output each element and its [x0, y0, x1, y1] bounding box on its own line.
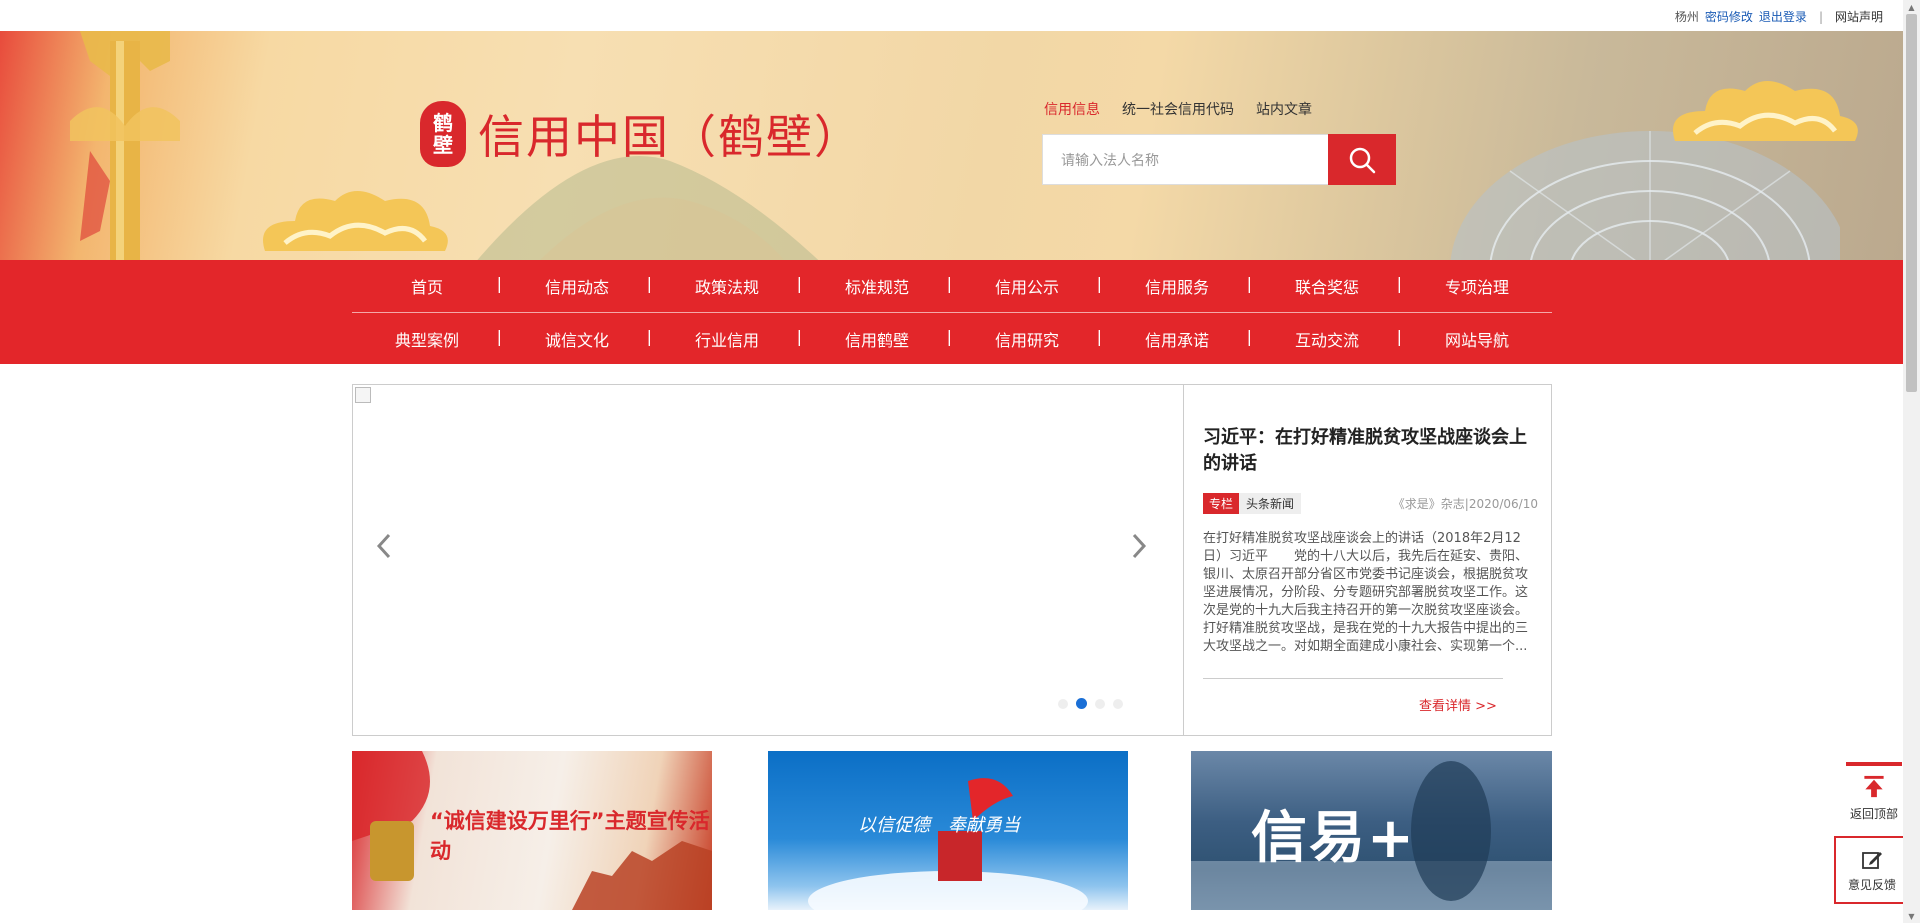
banner-3-text: 信易+ — [1251, 806, 1416, 871]
broken-image-icon — [355, 387, 371, 403]
top-links: 杨州 密码修改 退出登录 | 网站声明 — [1675, 8, 1883, 25]
view-details-link[interactable]: 查看详情 >> — [1419, 695, 1538, 714]
header-banner: 鹤 壁 信用中国（鹤壁） 信用信息 统一社会信用代码 站内文章 — [0, 31, 1903, 260]
slider-dots — [1058, 698, 1123, 709]
nav-row-1: 首页 信用动态 政策法规 标准规范 信用公示 信用服务 联合奖惩 专项治理 — [352, 260, 1552, 312]
nav-item-interaction[interactable]: 互动交流 — [1252, 327, 1402, 351]
news-divider — [1203, 678, 1503, 679]
slider-dot[interactable] — [1113, 698, 1123, 709]
chevron-left-icon — [376, 533, 391, 559]
image-slider — [353, 385, 1184, 735]
scrollbar-thumb[interactable] — [1906, 14, 1917, 392]
nav-item-rewards-punishment[interactable]: 联合奖惩 — [1252, 274, 1402, 298]
scroll-up-arrow-icon[interactable]: ▲ — [1903, 0, 1920, 14]
search-icon — [1349, 147, 1376, 173]
arrow-up-icon — [1864, 775, 1884, 798]
news-title[interactable]: 习近平：在打好精准脱贫攻坚战座谈会上的讲话 — [1203, 425, 1538, 477]
nav-item-credit-hebi[interactable]: 信用鹤壁 — [802, 327, 952, 351]
search-box — [1042, 134, 1396, 185]
search-input[interactable] — [1042, 134, 1328, 185]
nav-row-2: 典型案例 诚信文化 行业信用 信用鹤壁 信用研究 信用承诺 互动交流 网站导航 — [352, 312, 1552, 364]
nav-item-integrity-culture[interactable]: 诚信文化 — [502, 327, 652, 351]
banner-integrity-campaign[interactable]: “诚信建设万里行”主题宣传活动 — [352, 751, 712, 910]
city-label: 杨州 — [1674, 10, 1699, 24]
site-logo[interactable]: 鹤 壁 信用中国（鹤壁） — [420, 101, 862, 167]
scroll-down-arrow-icon[interactable]: ▼ — [1903, 909, 1920, 923]
nav-item-home[interactable]: 首页 — [352, 274, 502, 298]
seal-char-2: 壁 — [433, 133, 453, 157]
banner-1-text: “诚信建设万里行”主题宣传活动 — [430, 809, 710, 863]
cloud-decor-left — [263, 191, 448, 251]
news-summary: 在打好精准脱贫攻坚战座谈会上的讲话（2018年2月12日）习近平 党的十八大以后… — [1203, 531, 1533, 654]
news-meta: 专栏 头条新闻 《求是》杂志|2020/06/10 — [1203, 493, 1538, 514]
nav-item-special-governance[interactable]: 专项治理 — [1402, 274, 1552, 298]
edit-icon — [1862, 852, 1882, 869]
back-to-top-button[interactable]: 返回顶部 — [1846, 762, 1902, 822]
change-password-link[interactable]: 密码修改 — [1705, 8, 1753, 25]
banner-credit-virtue[interactable]: 以信促德 奉献勇当 — [768, 751, 1128, 910]
search-tabs: 信用信息 统一社会信用代码 站内文章 — [1044, 99, 1312, 119]
nav-item-credit-research[interactable]: 信用研究 — [952, 327, 1102, 351]
main-nav: 首页 信用动态 政策法规 标准规范 信用公示 信用服务 联合奖惩 专项治理 典型… — [0, 260, 1903, 364]
nav-item-credit-news[interactable]: 信用动态 — [502, 274, 652, 298]
page-scrollbar[interactable]: ▲ ▼ — [1903, 0, 1920, 923]
tab-credit-info[interactable]: 信用信息 — [1044, 99, 1100, 119]
feature-panel: 习近平：在打好精准脱贫攻坚战座谈会上的讲话 专栏 头条新闻 《求是》杂志|202… — [352, 384, 1552, 736]
headline-news: 习近平：在打好精准脱贫攻坚战座谈会上的讲话 专栏 头条新闻 《求是》杂志|202… — [1203, 425, 1538, 714]
slider-dot-active[interactable] — [1076, 698, 1087, 709]
feedback-label: 意见反馈 — [1847, 878, 1896, 892]
tab-site-articles[interactable]: 站内文章 — [1256, 99, 1312, 119]
nav-item-credit-publicity[interactable]: 信用公示 — [952, 274, 1102, 298]
site-title: 信用中国（鹤壁） — [478, 110, 862, 164]
hebi-seal-icon: 鹤 壁 — [420, 101, 466, 167]
column-tag: 专栏 — [1203, 493, 1240, 514]
nav-item-credit-commitment[interactable]: 信用承诺 — [1102, 327, 1252, 351]
banner-2-text: 以信促德 奉献勇当 — [858, 815, 1020, 836]
nav-item-typical-cases[interactable]: 典型案例 — [352, 327, 502, 351]
news-source: 《求是》杂志|2020/06/10 — [1392, 497, 1538, 511]
banner-xinyi-plus[interactable]: 信易+ — [1191, 751, 1552, 910]
nav-item-site-map[interactable]: 网站导航 — [1402, 327, 1552, 351]
nav-item-standards[interactable]: 标准规范 — [802, 274, 952, 298]
chevron-right-icon — [1132, 533, 1147, 559]
cloud-decor-right — [1673, 81, 1858, 141]
feedback-button[interactable]: 意见反馈 — [1834, 836, 1910, 904]
tab-credit-code[interactable]: 统一社会信用代码 — [1122, 99, 1234, 119]
headline-tag: 头条新闻 — [1239, 493, 1302, 514]
seal-char-1: 鹤 — [433, 111, 453, 135]
promo-banners: “诚信建设万里行”主题宣传活动 以信促德 奉献勇当 信易+ — [352, 751, 1552, 911]
slider-dot[interactable] — [1095, 698, 1105, 709]
logout-link[interactable]: 退出登录 — [1759, 8, 1807, 25]
slider-prev-button[interactable] — [369, 521, 399, 571]
nav-item-industry-credit[interactable]: 行业信用 — [652, 327, 802, 351]
search-button[interactable] — [1328, 134, 1396, 185]
nav-item-credit-services[interactable]: 信用服务 — [1102, 274, 1252, 298]
slider-dot[interactable] — [1058, 698, 1068, 709]
nav-item-policy[interactable]: 政策法规 — [652, 274, 802, 298]
back-to-top-label: 返回顶部 — [1849, 807, 1898, 821]
separator: | — [1818, 9, 1823, 24]
top-bar: 杨州 密码修改 退出登录 | 网站声明 — [0, 0, 1903, 31]
huabiao-monument-decor — [70, 31, 180, 260]
site-statement-link[interactable]: 网站声明 — [1835, 8, 1883, 25]
slider-next-button[interactable] — [1124, 521, 1154, 571]
